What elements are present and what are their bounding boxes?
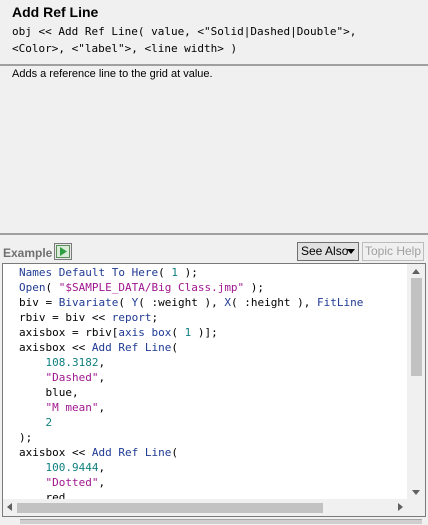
example-label: Example [3,246,53,260]
code-token: axisbox = rbiv[ [19,326,119,339]
code-token: FitLine [317,296,364,309]
code-token: Open [19,281,46,294]
code-token: "M mean" [45,401,99,414]
code-token: Add Ref Line [91,341,172,354]
code-line: rbiv = biv << report; [19,310,363,325]
topic-help-button[interactable]: Topic Help [362,242,424,261]
code-line: Open( "$SAMPLE_DATA/Big Class.jmp" ); [19,280,363,295]
example-toolbar: Example See Also Topic Help [0,240,428,263]
code-token: , [98,371,106,384]
code-token: ( [171,341,178,354]
code-token: 2 [45,416,53,429]
code-line: 108.3182, [19,355,363,370]
code-line: Names Default To Here( 1 ); [19,265,363,280]
code-token: ( [158,266,172,279]
syntax-line-2: <Color>, <"label">, <line width> ) [12,42,238,55]
code-token: ( [118,296,132,309]
code-token: 1 [171,266,178,279]
code-token: biv = [19,296,59,309]
code-token: ); [177,266,198,279]
example-code-editor[interactable]: Names Default To Here( 1 ); Open( "$SAMPL… [2,263,426,517]
see-also-label: See Also [301,244,349,258]
scrollbar-corner [407,499,425,516]
description-text: Adds a reference line to the grid at val… [12,68,213,80]
code-token: Add Ref Line [91,446,172,459]
vertical-scrollbar[interactable] [407,264,425,500]
code-line: 100.9444, [19,460,363,475]
code-token: "Dotted" [45,476,99,489]
play-icon [56,245,70,258]
code-token: axisbox << [19,341,92,354]
scroll-left-arrow-icon[interactable] [7,503,12,511]
chevron-down-icon [347,249,355,254]
code-token: ; [151,311,159,324]
code-viewport: Names Default To Here( 1 ); Open( "$SAMPL… [3,264,407,500]
code-line: "Dashed", [19,370,363,385]
horizontal-scroll-thumb[interactable] [17,503,323,513]
code-token: "$SAMPLE_DATA/Big Class.jmp" [58,281,245,294]
code-token: , [98,401,106,414]
code-line: ); [19,430,363,445]
code-line: blue, [19,385,363,400]
divider [0,233,428,235]
code-token: ( :weight ), [138,296,225,309]
code-token: ); [19,431,33,444]
run-example-button[interactable] [54,243,72,260]
bottom-resize-bar[interactable] [20,519,422,524]
divider [0,64,428,66]
code-token: axis box [118,326,172,339]
code-token: , [98,461,106,474]
code-token: ( :height ), [230,296,318,309]
code-token: X [224,296,231,309]
syntax-signature: obj << Add Ref Line( value, <"Solid|Dash… [12,23,422,57]
code-token: report [111,311,152,324]
code-token: , [98,476,106,489]
scroll-right-arrow-icon[interactable] [398,503,403,511]
syntax-line-1: obj << Add Ref Line( value, <"Solid|Dash… [12,25,357,38]
code-token: ( [171,446,178,459]
code-token: 100.9444 [45,461,99,474]
code-text: Names Default To Here( 1 ); Open( "$SAMPL… [19,265,363,500]
code-token: blue, [19,386,79,399]
horizontal-scrollbar[interactable] [3,499,407,516]
code-token: 108.3182 [45,356,99,369]
code-token: rbiv = biv << [19,311,112,324]
page-title: Add Ref Line [12,4,99,20]
vertical-scroll-thumb[interactable] [411,278,422,376]
code-line: "M mean", [19,400,363,415]
code-line: biv = Bivariate( Y( :weight ), X( :heigh… [19,295,363,310]
code-token: "Dashed" [45,371,99,384]
code-token: Names Default To Here [19,266,159,279]
scroll-down-arrow-icon[interactable] [412,490,420,495]
code-token: ( [45,281,59,294]
code-line: "Dotted", [19,475,363,490]
code-token: , [98,356,106,369]
code-line: axisbox = rbiv[axis box( 1 )]; [19,325,363,340]
code-token: Bivariate [58,296,119,309]
code-line: axisbox << Add Ref Line( [19,340,363,355]
code-token: axisbox << [19,446,92,459]
code-line: 2 [19,415,363,430]
code-line: axisbox << Add Ref Line( [19,445,363,460]
code-token: ); [244,281,265,294]
code-token: ( [171,326,185,339]
see-also-dropdown[interactable]: See Also [297,242,359,261]
scroll-up-arrow-icon[interactable] [412,269,420,274]
code-token: )]; [191,326,218,339]
